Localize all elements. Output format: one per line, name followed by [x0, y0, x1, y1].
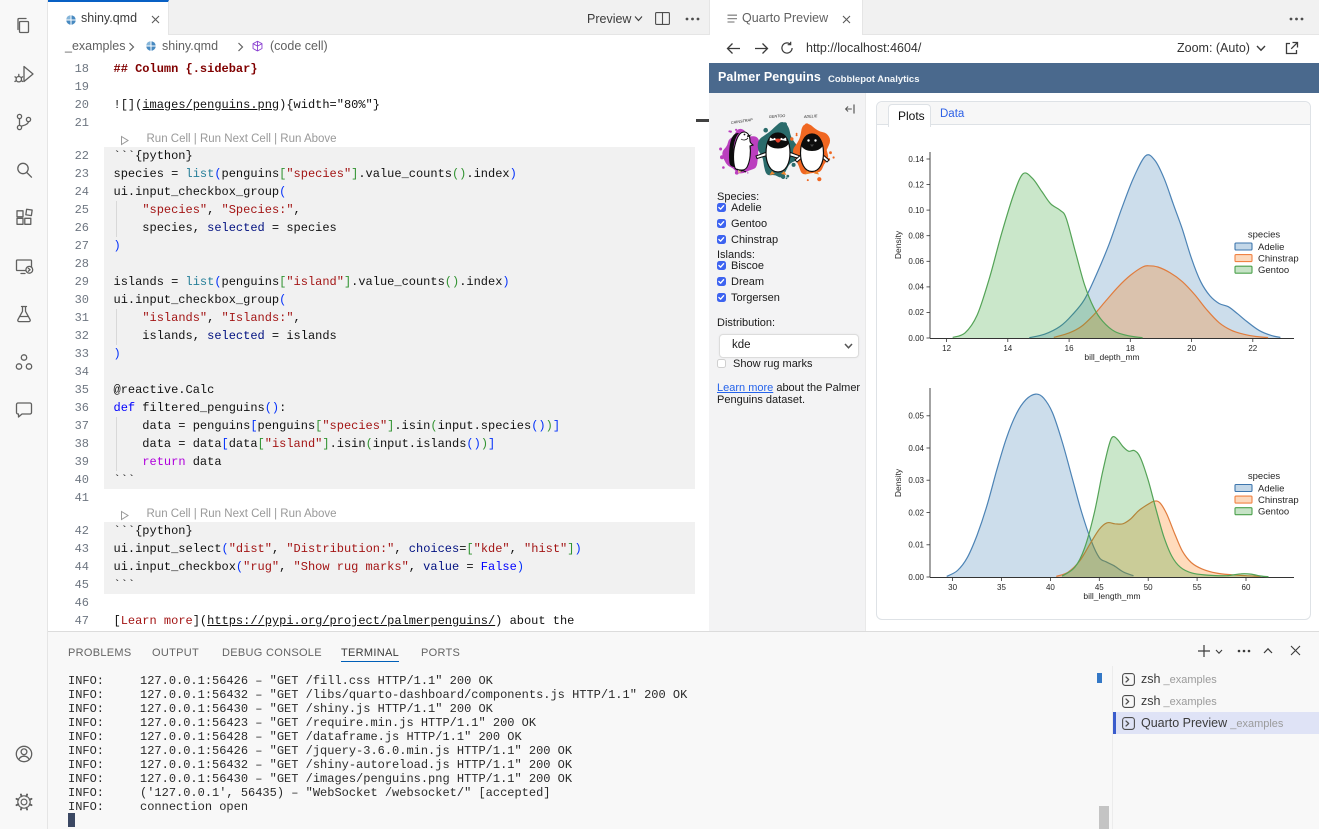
svg-text:GENTOO: GENTOO	[769, 114, 786, 119]
svg-text:ADELIE: ADELIE	[803, 114, 818, 119]
svg-text:CHINSTRAP: CHINSTRAP	[731, 118, 754, 125]
